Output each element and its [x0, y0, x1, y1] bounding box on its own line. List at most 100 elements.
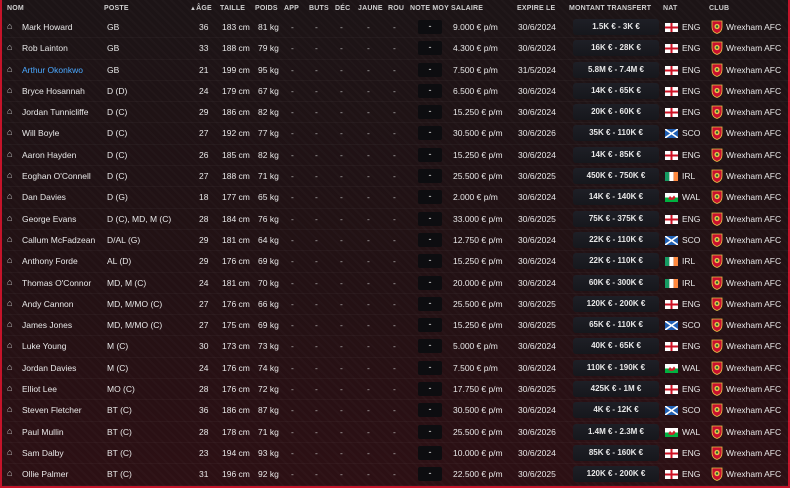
player-club[interactable]: Wrexham AFC [726, 427, 781, 437]
player-club[interactable]: Wrexham AFC [726, 171, 781, 181]
player-row[interactable]: ⌂ George Evans D (C), MD, M (C) 28 184 cm 76 … [4, 209, 790, 230]
player-club[interactable]: Wrexham AFC [726, 192, 781, 202]
col-nationality-header[interactable]: NAT [663, 5, 677, 12]
player-name[interactable]: Callum McFadzean [22, 235, 95, 245]
player-nationality[interactable]: SCO [682, 235, 700, 245]
player-row[interactable]: ⌂ Andy Cannon MD, M/MO (C) 27 176 cm 66 kg - - -… [4, 294, 790, 315]
player-nationality[interactable]: ENG [682, 107, 700, 117]
player-club[interactable]: Wrexham AFC [726, 256, 781, 266]
player-row[interactable]: ⌂ Will Boyle D (C) 27 192 cm 77 kg - - - - -30.500… [4, 123, 790, 144]
player-name[interactable]: Elliot Lee [22, 384, 57, 394]
col-apps-header[interactable]: APP [284, 5, 299, 12]
player-row[interactable]: ⌂ Jordan Davies M (C) 24 176 cm 74 kg - - - - -7.5… [4, 358, 790, 379]
col-yellow-header[interactable]: JAUNE [358, 5, 383, 12]
player-club[interactable]: Wrexham AFC [726, 128, 781, 138]
player-nationality[interactable]: SCO [682, 320, 700, 330]
player-club[interactable]: Wrexham AFC [726, 384, 781, 394]
col-position-header[interactable]: POSTE [104, 5, 129, 12]
player-name[interactable]: Arthur Okonkwo [22, 65, 83, 75]
player-row[interactable]: ⌂ Paul Mullin BT (C) 28 178 cm 71 kg - - - - -25.5… [4, 422, 790, 443]
player-club[interactable]: Wrexham AFC [726, 65, 781, 75]
player-row[interactable]: ⌂ Aaron Hayden D (C) 26 185 cm 82 kg - - - - -15.2… [4, 145, 790, 166]
player-club[interactable]: Wrexham AFC [726, 86, 781, 96]
player-row[interactable]: ⌂ Arthur Okonkwo GB 21 199 cm 95 kg - - - - -7.500… [4, 60, 790, 81]
player-nationality[interactable]: ENG [682, 214, 700, 224]
col-red-header[interactable]: ROU [388, 5, 404, 12]
player-row[interactable]: ⌂ Callum McFadzean D/AL (G) 29 181 cm 64 kg - -… [4, 230, 790, 251]
player-row[interactable]: ⌂ Dan Davies D (G) 18 177 cm 65 kg - - - - -2.000 … [4, 187, 790, 208]
player-nationality[interactable]: IRL [682, 171, 695, 181]
player-row[interactable]: ⌂ Rob Lainton GB 33 188 cm 79 kg - - - - -4.300 € … [4, 38, 790, 59]
player-club[interactable]: Wrexham AFC [726, 43, 781, 53]
player-name[interactable]: Dan Davies [22, 192, 66, 202]
player-name[interactable]: James Jones [22, 320, 72, 330]
player-club[interactable]: Wrexham AFC [726, 341, 781, 351]
player-club[interactable]: Wrexham AFC [726, 107, 781, 117]
player-name[interactable]: Jordan Tunnicliffe [22, 107, 88, 117]
col-transfer-value-header[interactable]: MONTANT TRANSFERT [569, 5, 651, 12]
player-name[interactable]: George Evans [22, 214, 76, 224]
col-assists-header[interactable]: DÉC [335, 5, 350, 12]
player-nationality[interactable]: SCO [682, 128, 700, 138]
player-nationality[interactable]: ENG [682, 150, 700, 160]
player-club[interactable]: Wrexham AFC [726, 320, 781, 330]
player-name[interactable]: Ollie Palmer [22, 469, 68, 479]
player-nationality[interactable]: ENG [682, 22, 700, 32]
col-weight-header[interactable]: POIDS [255, 5, 278, 12]
col-name-header[interactable]: NOM [7, 5, 24, 12]
player-nationality[interactable]: ENG [682, 448, 700, 458]
player-club[interactable]: Wrexham AFC [726, 469, 781, 479]
col-goals-header[interactable]: BUTS [309, 5, 329, 12]
player-nationality[interactable]: IRL [682, 256, 695, 266]
player-nationality[interactable]: ENG [682, 469, 700, 479]
player-row[interactable]: ⌂ James Jones MD, M/MO (C) 27 175 cm 69 kg - - -… [4, 315, 790, 336]
player-name[interactable]: Paul Mullin [22, 427, 64, 437]
player-club[interactable]: Wrexham AFC [726, 363, 781, 373]
player-name[interactable]: Andy Cannon [22, 299, 74, 309]
player-nationality[interactable]: SCO [682, 405, 700, 415]
player-name[interactable]: Anthony Forde [22, 256, 78, 266]
player-name[interactable]: Steven Fletcher [22, 405, 82, 415]
player-row[interactable]: ⌂ Jordan Tunnicliffe D (C) 29 186 cm 82 kg - - -… [4, 102, 790, 123]
player-nationality[interactable]: WAL [682, 427, 700, 437]
player-row[interactable]: ⌂ Anthony Forde AL (D) 29 176 cm 69 kg - - - - -15… [4, 251, 790, 272]
player-club[interactable]: Wrexham AFC [726, 448, 781, 458]
col-club-header[interactable]: CLUB [709, 5, 729, 12]
player-name[interactable]: Aaron Hayden [22, 150, 76, 160]
player-row[interactable]: ⌂ Eoghan O'Connell D (C) 27 188 cm 71 kg - - - - -… [4, 166, 790, 187]
player-club[interactable]: Wrexham AFC [726, 299, 781, 309]
player-nationality[interactable]: ENG [682, 86, 700, 96]
player-name[interactable]: Sam Dalby [22, 448, 64, 458]
player-club[interactable]: Wrexham AFC [726, 278, 781, 288]
player-row[interactable]: ⌂ Ollie Palmer BT (C) 31 196 cm 92 kg - - - - -22.… [4, 464, 790, 485]
player-row[interactable]: ⌂ Elliot Lee MO (C) 28 176 cm 72 kg - - - - -17.75… [4, 379, 790, 400]
player-name[interactable]: Luke Young [22, 341, 66, 351]
player-name[interactable]: Mark Howard [22, 22, 73, 32]
col-age-header[interactable]: ▲ÂGE [190, 5, 212, 12]
player-nationality[interactable]: ENG [682, 341, 700, 351]
player-club[interactable]: Wrexham AFC [726, 150, 781, 160]
player-nationality[interactable]: WAL [682, 192, 700, 202]
player-row[interactable]: ⌂ Sam Dalby BT (C) 23 194 cm 93 kg - - - - -10.000… [4, 443, 790, 464]
player-nationality[interactable]: ENG [682, 65, 700, 75]
player-row[interactable]: ⌂ Bryce Hosannah D (D) 24 179 cm 67 kg - - - - -6.… [4, 81, 790, 102]
player-nationality[interactable]: ENG [682, 43, 700, 53]
player-nationality[interactable]: ENG [682, 384, 700, 394]
player-name[interactable]: Jordan Davies [22, 363, 76, 373]
player-club[interactable]: Wrexham AFC [726, 22, 781, 32]
player-club[interactable]: Wrexham AFC [726, 235, 781, 245]
player-row[interactable]: ⌂ Steven Fletcher BT (C) 36 186 cm 87 kg - - - - -… [4, 400, 790, 421]
player-club[interactable]: Wrexham AFC [726, 214, 781, 224]
player-club[interactable]: Wrexham AFC [726, 405, 781, 415]
player-nationality[interactable]: ENG [682, 299, 700, 309]
player-name[interactable]: Bryce Hosannah [22, 86, 85, 96]
player-nationality[interactable]: WAL [682, 363, 700, 373]
player-row[interactable]: ⌂ Mark Howard GB 36 183 cm 81 kg - - - - - 9.000 € … [4, 17, 790, 38]
player-name[interactable]: Thomas O'Connor [22, 278, 91, 288]
player-name[interactable]: Eoghan O'Connell [22, 171, 91, 181]
col-wage-header[interactable]: SALAIRE [451, 5, 483, 12]
player-row[interactable]: ⌂ Luke Young M (C) 30 173 cm 73 kg - - - - -5.000 … [4, 336, 790, 357]
col-expires-header[interactable]: EXPIRE LE [517, 5, 555, 12]
col-height-header[interactable]: TAILLE [220, 5, 245, 12]
player-row[interactable]: ⌂ Thomas O'Connor MD, M (C) 24 181 cm 70 kg - -… [4, 273, 790, 294]
